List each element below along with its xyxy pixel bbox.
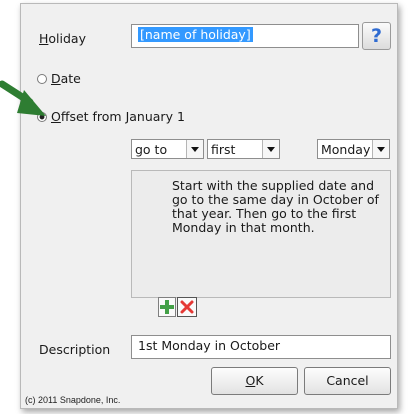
ok-button-label: OK: [245, 373, 264, 388]
description-value: 1st Monday in October: [138, 338, 281, 353]
delete-button[interactable]: [177, 297, 197, 317]
cancel-button-label: Cancel: [326, 373, 369, 388]
action-dropdown-value: go to: [135, 141, 168, 157]
ordinal-dropdown-value: first: [211, 141, 236, 157]
green-arrow-icon: [0, 80, 46, 116]
red-x-icon: [180, 300, 194, 314]
offset-radio-label: Offset from January 1: [50, 109, 185, 124]
holiday-name-input[interactable]: [name of holiday]: [131, 24, 359, 48]
explanation-panel: Start with the supplied date and go to t…: [131, 170, 391, 298]
green-plus-icon: [160, 300, 174, 314]
explanation-text: Start with the supplied date and go to t…: [172, 178, 379, 235]
holiday-dialog: Holiday [name of holiday] ? Date Offset …: [20, 3, 398, 409]
cancel-button[interactable]: Cancel: [304, 367, 391, 395]
holiday-name-selected-text: [name of holiday]: [138, 27, 253, 42]
add-button[interactable]: [158, 297, 176, 317]
chevron-down-icon[interactable]: [186, 140, 203, 158]
chevron-down-icon[interactable]: [262, 140, 279, 158]
ordinal-dropdown[interactable]: first: [207, 139, 280, 159]
description-label: Description: [39, 342, 111, 357]
weekday-dropdown[interactable]: Monday: [317, 139, 390, 159]
holiday-label: Holiday: [39, 31, 86, 46]
weekday-dropdown-value: Monday: [321, 141, 371, 157]
ok-button[interactable]: OK: [211, 367, 298, 395]
chevron-down-icon[interactable]: [372, 140, 389, 158]
description-input[interactable]: 1st Monday in October: [131, 335, 391, 359]
action-dropdown[interactable]: go to: [131, 139, 204, 159]
help-icon: ?: [370, 25, 383, 47]
copyright-text: (c) 2011 Snapdone, Inc.: [25, 395, 121, 405]
help-button[interactable]: ?: [362, 22, 391, 50]
